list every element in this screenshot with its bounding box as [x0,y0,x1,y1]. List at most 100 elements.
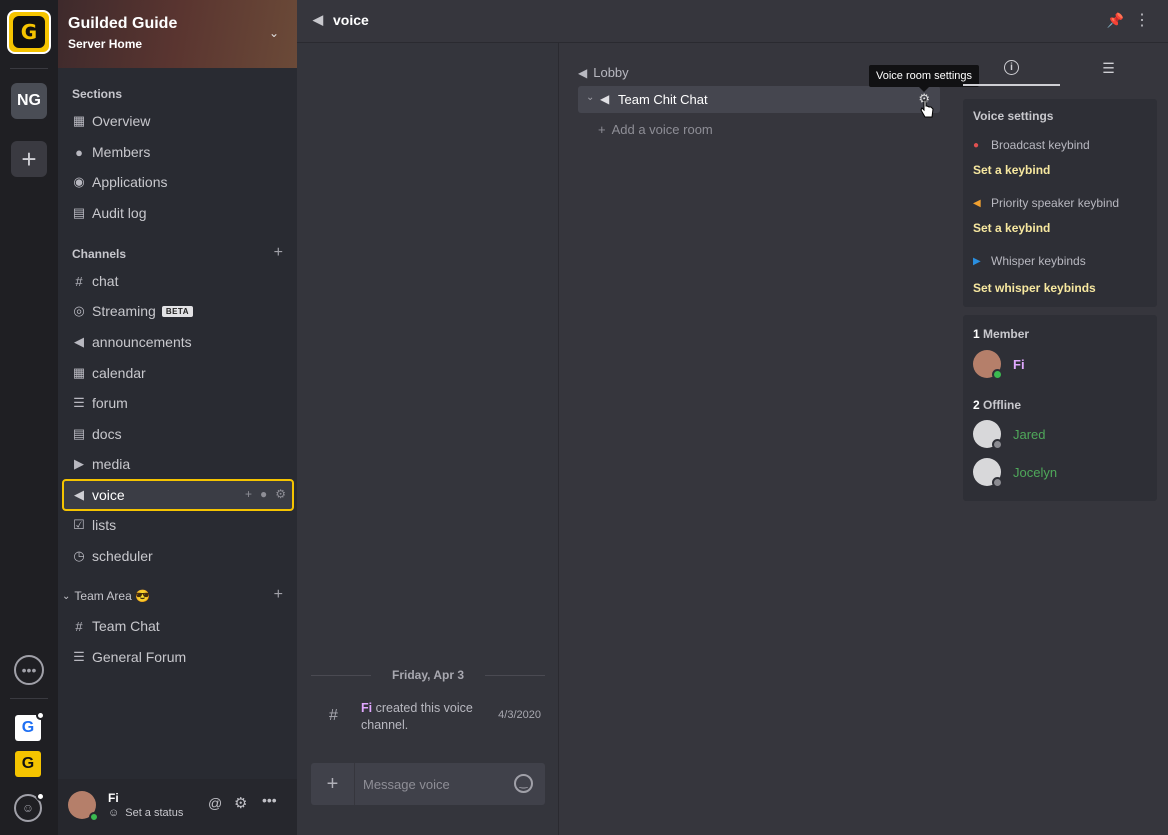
channel-announcements[interactable]: ◀ announcements [72,331,192,353]
chevron-down-icon: ⌄ [62,590,71,602]
speaker-icon: ◀ [313,12,323,27]
add-voice-room-button[interactable]: + Add a voice room [598,122,713,137]
notification-dot [36,711,45,720]
message-timestamp: 4/3/2020 [498,709,541,721]
guilded-guide-server-icon[interactable]: G [7,10,51,54]
applications-icon: ◉ [73,174,85,189]
mentions-icon[interactable]: @ [208,795,222,811]
date-separator: Friday, Apr 3 [311,667,545,683]
invite-member-icon[interactable]: ● [260,487,267,501]
whisper-row: ▶ Whisper keybinds [973,254,1086,268]
avatar [973,350,1003,380]
channel-label: docs [92,426,122,442]
rail-divider [10,68,48,69]
members-count: 1 [973,327,980,341]
message-input[interactable] [363,774,503,794]
offline-count: 2 [973,398,980,412]
team-area-header[interactable]: ⌄ Team Area 😎 [62,585,150,607]
speaker-icon: ◀ [74,487,84,502]
guilded-yellow-icon[interactable]: G [15,751,41,777]
offline-label: Offline [983,398,1022,412]
set-whisper-keybinds-button[interactable]: Set whisper keybinds [973,281,1096,295]
chat-bubble-icon[interactable]: ••• [14,655,44,685]
sidebar-item-members[interactable]: ● Members [72,141,150,163]
member-name: Jocelyn [1013,464,1058,480]
add-room-label: Add a voice room [611,122,713,137]
tab-members-list[interactable]: ☰ [1060,50,1157,86]
kebab-menu-icon[interactable]: ⋮ [1134,10,1150,30]
voice-chat-panel: Friday, Apr 3 # Fi created this voice ch… [297,43,559,835]
members-label: Member [983,327,1030,341]
channel-voice-selected[interactable]: ◀ voice + ● ⚙ [62,479,294,511]
beta-badge: BETA [161,305,193,317]
server-name: Guilded Guide [68,15,178,32]
clock-icon: ◷ [73,548,85,563]
chevron-down-icon[interactable]: ⌄ [586,92,594,103]
set-broadcast-keybind-button[interactable]: Set a keybind [973,163,1050,177]
sidebar-item-audit-log[interactable]: ▤ Audit log [72,202,147,224]
channel-lists[interactable]: ☑ lists [72,514,116,536]
sidebar-item-overview[interactable]: ▦ Overview [72,110,151,132]
smile-icon: ☺ [108,807,120,819]
info-icon: i [1004,59,1019,75]
add-team-channel-button[interactable]: + [274,586,283,604]
sidebar-item-label: Audit log [92,205,147,221]
channel-scheduler[interactable]: ◷ scheduler [72,545,152,567]
server-rail: G NG + ••• G G ☺ [0,0,58,835]
whisper-arrow-icon: ▶ [973,255,981,267]
forum-icon: ☰ [73,649,85,664]
server-subtitle: Server Home [68,37,143,51]
online-status-dot [89,812,99,822]
channel-forum[interactable]: ☰ forum [72,392,128,414]
media-icon: ▶ [74,456,84,471]
channel-media[interactable]: ▶ media [72,453,130,475]
more-icon[interactable]: ••• [262,792,277,808]
add-room-icon[interactable]: + [245,487,252,501]
gear-icon[interactable]: ⚙ [275,487,286,501]
channel-calendar[interactable]: ▦ calendar [72,362,146,384]
sidebar-item-applications[interactable]: ◉ Applications [72,171,167,193]
member-row[interactable]: Fi [973,350,1025,380]
voice-settings-title: Voice settings [973,109,1054,123]
emoji-icon[interactable]: ‿ [514,774,533,793]
channel-title: voice [333,12,369,28]
server-header[interactable]: Guilded Guide Server Home ⌄ [58,0,297,68]
channels-label: Channels [72,247,127,261]
offline-status-dot [992,477,1003,488]
member-row[interactable]: Jared [973,420,1046,450]
channel-chat[interactable]: # chat [72,270,118,292]
voice-room-item[interactable]: ⌄ ◀ Team Chit Chat ⚙ [578,86,940,113]
server-ng-icon[interactable]: NG [11,83,47,119]
channel-general-forum[interactable]: ☰ General Forum [72,646,186,668]
channel-streaming[interactable]: ◎ Streaming BETA [72,300,193,322]
chevron-down-icon[interactable]: ⌄ [269,26,279,40]
sidebar-item-label: Members [92,144,151,160]
attach-button[interactable]: + [311,763,355,805]
priority-row: ◀ Priority speaker keybind [973,196,1119,210]
user-name: Fi [108,791,119,805]
gear-icon[interactable]: ⚙ [234,794,247,812]
hash-icon: # [75,618,83,634]
calendar-icon: ▦ [72,365,86,380]
user-footer: Fi ☺ Set a status @ ⚙ ••• [58,779,297,835]
add-server-button[interactable]: + [11,141,47,177]
member-row[interactable]: Jocelyn [973,458,1058,488]
add-channel-button[interactable]: + [274,244,283,262]
channel-label: lists [92,517,117,533]
channel-team-chat[interactable]: # Team Chat [72,615,159,637]
tab-info[interactable]: i [963,50,1060,86]
message-author[interactable]: Fi [361,701,372,715]
lobby-label[interactable]: ◀ Lobby [578,65,629,80]
offline-header: 2 Offline [973,398,1021,412]
megaphone-icon: ◀ [74,334,84,349]
pin-icon[interactable]: 📌 [1107,12,1124,29]
message-text: created this voice channel. [361,701,473,732]
document-icon: ▤ [72,426,86,441]
channel-docs[interactable]: ▤ docs [72,423,122,445]
set-status-button[interactable]: ☺ Set a status [108,807,183,819]
avatar[interactable] [68,791,99,822]
set-priority-keybind-button[interactable]: Set a keybind [973,221,1050,235]
whisper-label: Whisper keybinds [991,254,1086,268]
channel-sidebar: Guilded Guide Server Home ⌄ Sections ▦ Ov… [58,0,297,835]
overview-icon: ▦ [72,113,86,128]
